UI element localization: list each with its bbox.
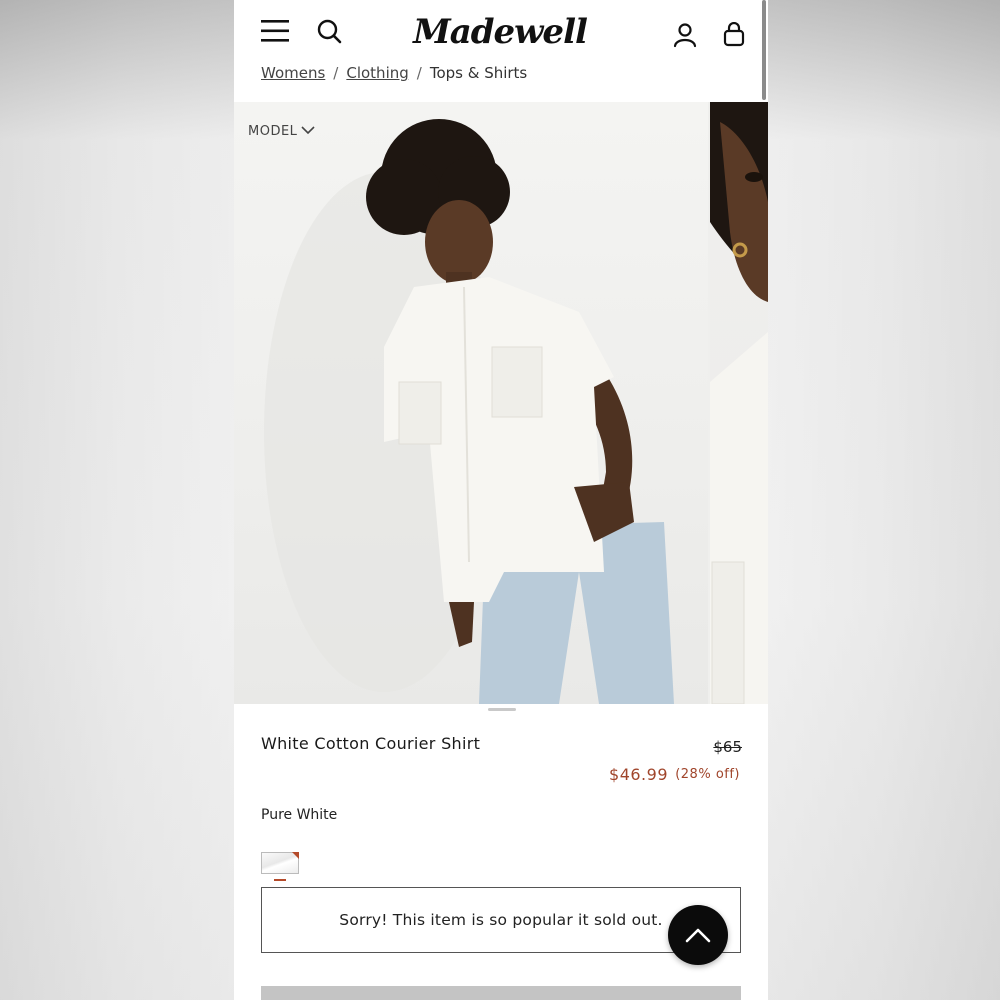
swatch-selected-indicator xyxy=(274,879,286,881)
selected-color-name: Pure White xyxy=(261,807,338,823)
breadcrumb: Womens / Clothing / Tops & Shirts xyxy=(261,58,741,82)
shopping-bag-icon[interactable] xyxy=(722,22,746,48)
model-photo-illustration xyxy=(264,119,674,704)
sale-price: $46.99 xyxy=(609,765,668,784)
mobile-page: Madewell Womens / Clothing / Tops & Shir… xyxy=(234,0,768,1000)
product-title: White Cotton Courier Shirt xyxy=(261,734,481,753)
color-swatch-pure-white[interactable] xyxy=(261,852,299,874)
breadcrumb-current: Tops & Shirts xyxy=(429,64,528,82)
discount-label: (28% off) xyxy=(675,767,740,782)
chevron-down-icon xyxy=(301,124,315,139)
hamburger-menu-icon[interactable] xyxy=(260,18,290,44)
original-price: $65 xyxy=(713,738,742,756)
swatch-sold-out-marker xyxy=(292,852,299,859)
model-toggle-label: MODEL xyxy=(248,124,298,139)
breadcrumb-separator: / xyxy=(333,64,339,82)
model-photo-closeup-illustration xyxy=(710,102,768,704)
sold-out-text: Sorry! This item is so popular it sold o… xyxy=(339,911,663,929)
scroll-to-top-button[interactable] xyxy=(668,905,728,965)
chevron-up-icon xyxy=(685,928,711,943)
breadcrumb-womens[interactable]: Womens xyxy=(261,64,325,82)
search-icon[interactable] xyxy=(316,18,344,46)
account-icon[interactable] xyxy=(672,22,698,48)
drawer-handle[interactable] xyxy=(488,708,516,711)
madewell-logo[interactable]: Madewell xyxy=(400,6,600,58)
breadcrumb-clothing[interactable]: Clothing xyxy=(346,64,408,82)
breadcrumb-separator: / xyxy=(416,64,422,82)
add-to-bag-button-disabled[interactable] xyxy=(261,986,741,1000)
background-blur-left xyxy=(0,0,234,1000)
site-header: Madewell xyxy=(234,0,768,62)
product-photo-next[interactable] xyxy=(710,102,768,704)
product-image-gallery[interactable]: MODEL xyxy=(234,102,768,704)
product-photo-main[interactable]: MODEL xyxy=(234,102,708,704)
model-toggle[interactable]: MODEL xyxy=(248,124,315,139)
background-blur-right xyxy=(768,0,1000,1000)
